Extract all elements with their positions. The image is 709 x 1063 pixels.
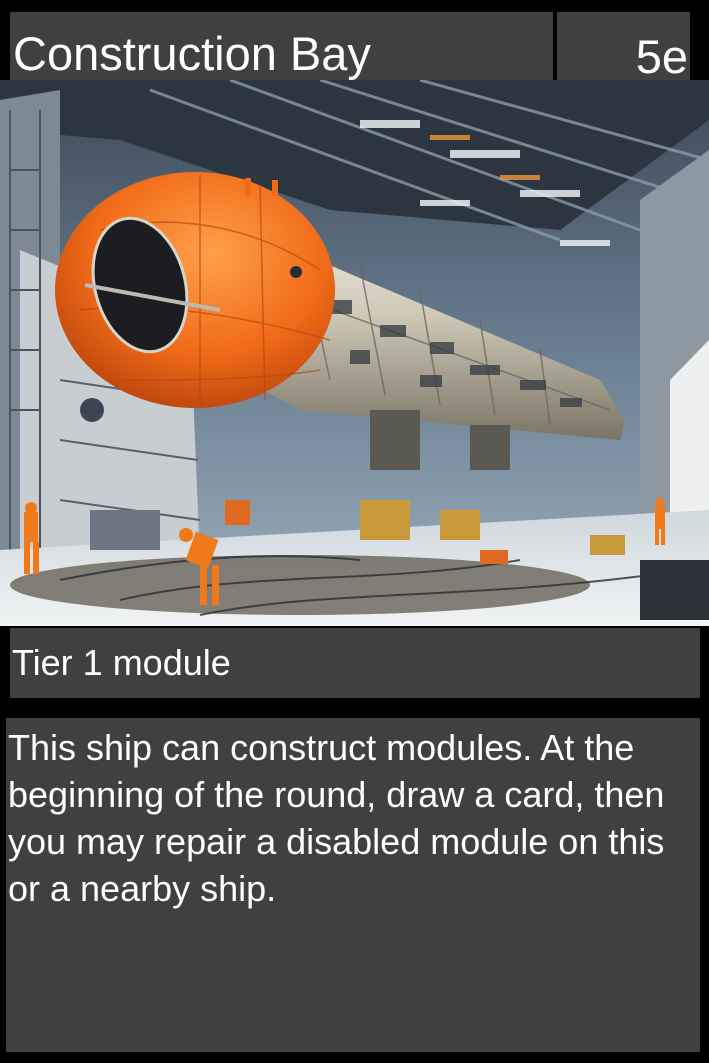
card-type-line: Tier 1 module (10, 628, 700, 698)
card-rules-text: This ship can construct modules. At the … (6, 718, 700, 1052)
card: Construction Bay 5e Tier 1 module This s… (0, 0, 709, 1063)
hangar-illustration (0, 80, 709, 626)
card-art (0, 80, 709, 626)
card-cost: 5e (557, 12, 690, 80)
card-title: Construction Bay (10, 12, 553, 80)
